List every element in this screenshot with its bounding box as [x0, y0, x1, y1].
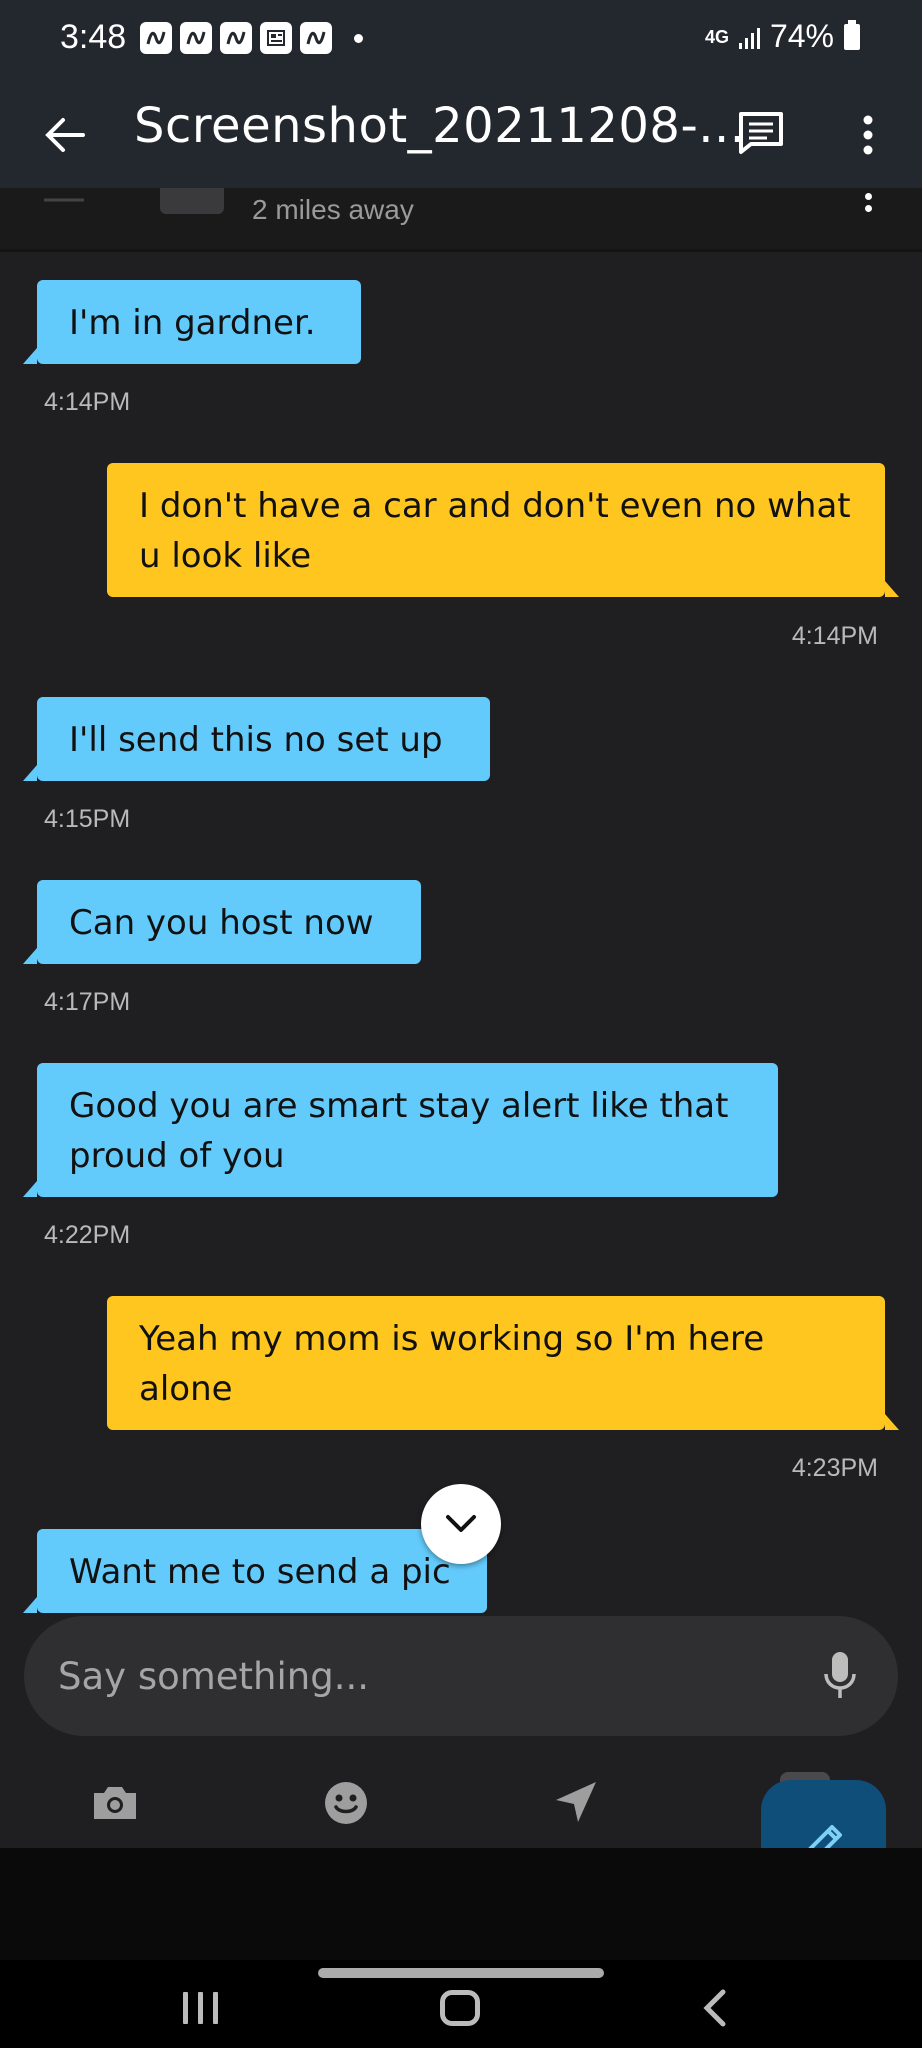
incoming-message[interactable]: Good you are smart stay alert like that … — [23, 1063, 778, 1197]
conversation-header: 2 miles away — [0, 188, 922, 252]
message-timestamp: 4:22PM — [44, 1221, 131, 1249]
network-type: 4G — [704, 26, 729, 47]
chat-view[interactable]: 2 miles away I'm in gardner. 4:14PM I do… — [0, 188, 922, 1848]
comment-icon — [739, 112, 783, 154]
emoji-button[interactable] — [311, 1768, 381, 1838]
news-notification-icon — [260, 22, 292, 54]
incoming-message[interactable]: Can you host now — [23, 880, 421, 964]
back-arrow-icon — [45, 118, 85, 152]
comment-button[interactable] — [728, 100, 794, 166]
camera-icon — [94, 1787, 136, 1819]
app-bar: Screenshot_20211208-... — [0, 80, 922, 188]
location-arrow-icon — [556, 1782, 596, 1822]
message-input-container[interactable] — [24, 1616, 898, 1736]
battery-icon — [844, 19, 860, 50]
message-timestamp: 4:14PM — [791, 622, 878, 650]
app-notification-icon — [300, 22, 332, 54]
header-back-icon — [44, 198, 84, 202]
mic-button[interactable] — [810, 1644, 870, 1708]
signal-icon — [738, 25, 760, 49]
system-nav-bar — [0, 1960, 922, 2048]
back-chevron-icon — [703, 1989, 726, 2027]
message-timestamp: 4:17PM — [44, 988, 131, 1016]
app-title: Screenshot_20211208-... — [134, 98, 746, 154]
app-notification-icon — [140, 22, 172, 54]
home-button[interactable] — [430, 1980, 490, 2036]
app-notification-icon — [220, 22, 252, 54]
more-notifications-dot — [354, 33, 363, 43]
outgoing-message[interactable]: Yeah my mom is working so I'm here alone — [107, 1296, 899, 1430]
more-vert-icon — [863, 115, 873, 155]
status-right: 4G 74% — [705, 18, 860, 55]
incoming-message[interactable]: Want me to send a pic — [23, 1529, 487, 1613]
header-more-icon[interactable] — [862, 188, 874, 212]
incoming-message[interactable]: I'll send this no set up — [23, 697, 490, 781]
message-input[interactable] — [58, 1638, 758, 1714]
back-button[interactable] — [30, 100, 100, 170]
home-indicator — [318, 1968, 604, 1978]
camera-button[interactable] — [80, 1768, 150, 1838]
incoming-message[interactable]: I'm in gardner. — [23, 280, 361, 364]
microphone-icon — [824, 1652, 856, 1698]
message-timestamp: 4:15PM — [44, 805, 131, 833]
distance-label: 2 miles away — [252, 194, 414, 225]
notification-icons — [140, 22, 613, 1051]
more-options-button[interactable] — [838, 100, 898, 170]
recents-button[interactable] — [170, 1980, 230, 2036]
app-notification-icon — [180, 22, 212, 54]
scroll-to-bottom-button[interactable] — [421, 1484, 501, 1564]
avatar — [160, 188, 224, 214]
status-bar: 3:48 4G 74% — [0, 0, 922, 1051]
home-icon — [440, 1990, 480, 2026]
emoji-icon — [325, 1782, 367, 1824]
message-timestamp: 4:14PM — [44, 388, 131, 416]
status-time: 3:48 — [60, 18, 127, 56]
battery-percent: 74% — [769, 18, 834, 54]
outgoing-message[interactable]: I don't have a car and don't even no wha… — [107, 463, 899, 597]
blank-area — [0, 1848, 922, 1960]
chevron-down-icon — [446, 1515, 476, 1532]
location-button[interactable] — [540, 1768, 610, 1838]
system-back-button[interactable] — [690, 1980, 740, 2036]
message-timestamp: 4:23PM — [791, 1454, 878, 1482]
